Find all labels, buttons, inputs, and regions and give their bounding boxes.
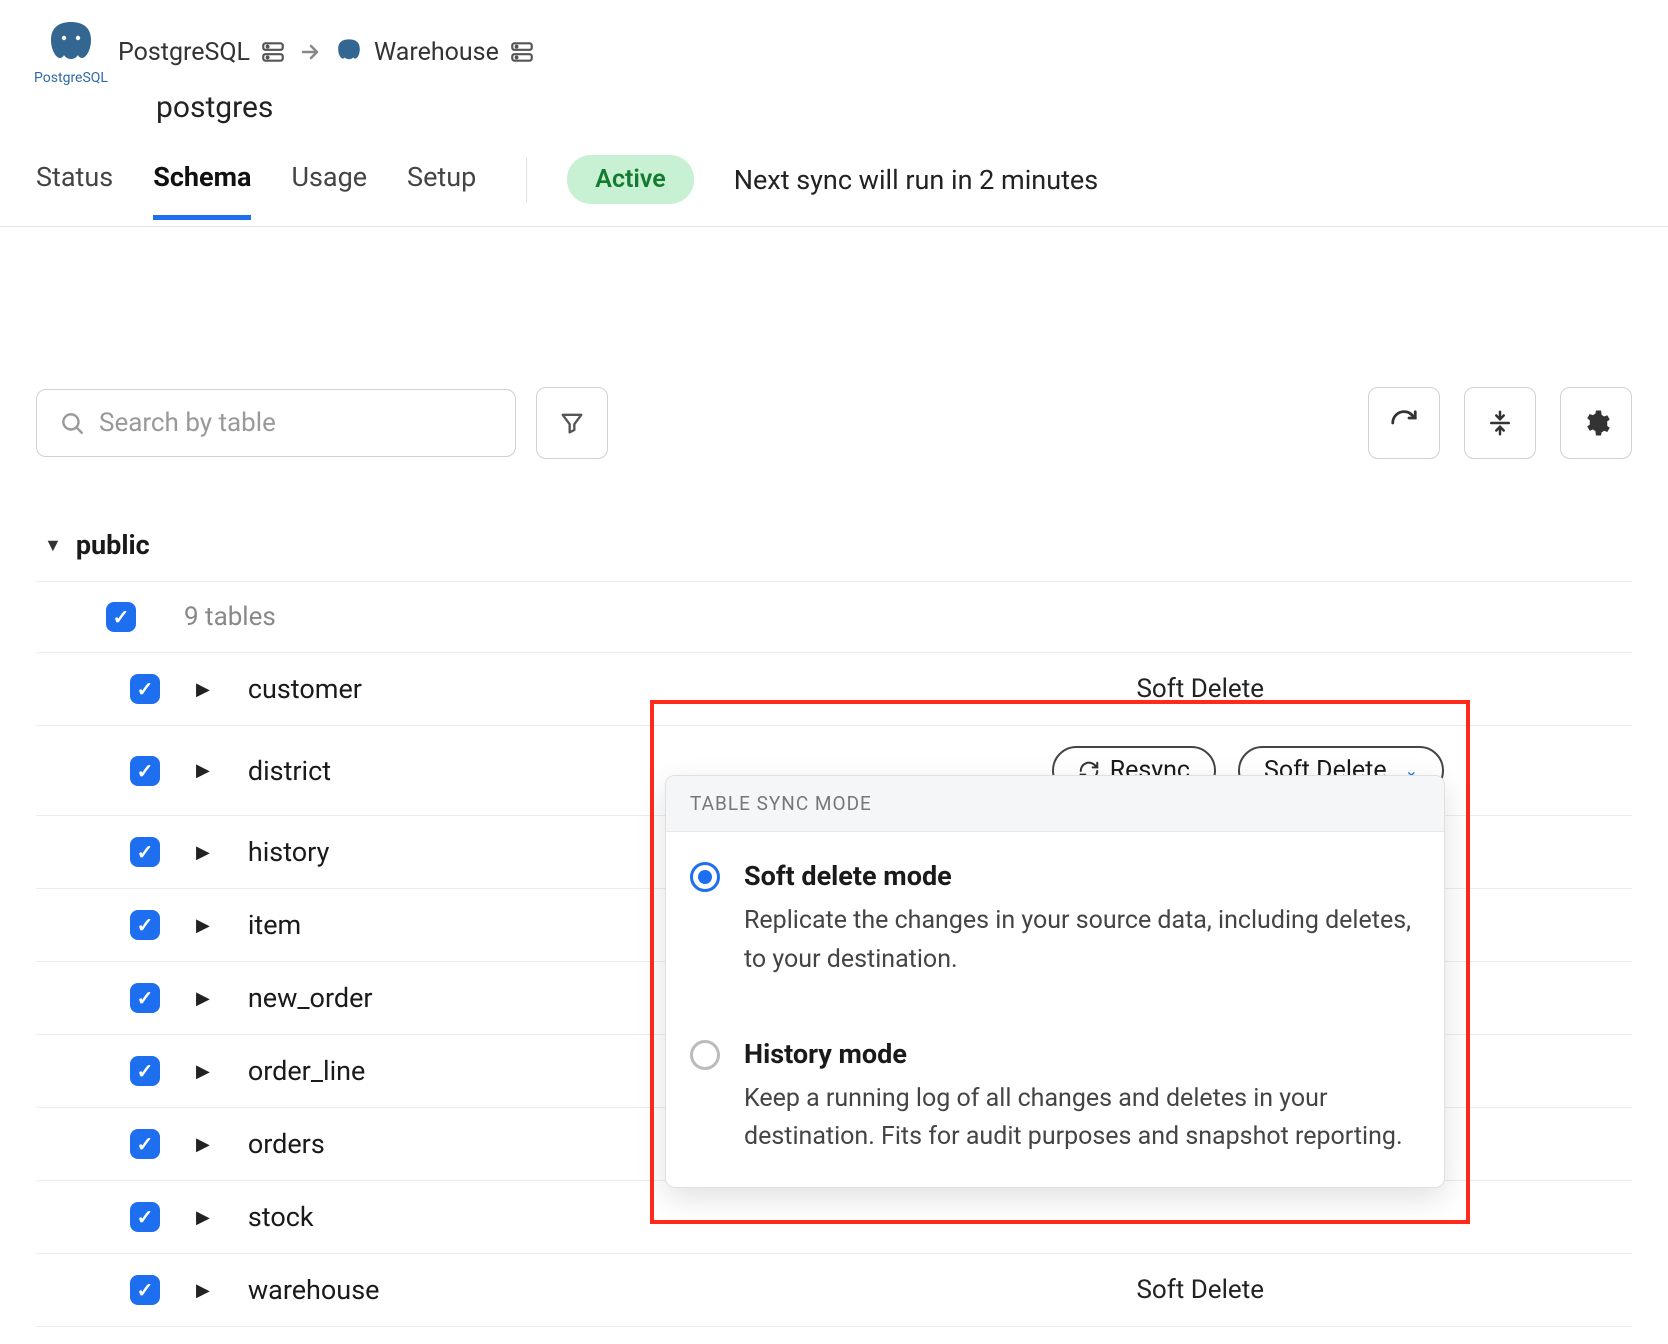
divider — [526, 158, 527, 202]
caret-right-icon: ▶ — [196, 915, 210, 936]
table-mode: Soft Delete — [1136, 674, 1624, 704]
tables-count: 9 tables — [184, 602, 276, 632]
tab-schema[interactable]: Schema — [153, 161, 251, 220]
filter-button[interactable] — [536, 387, 608, 459]
caret-right-icon: ▶ — [196, 1134, 210, 1155]
schema-header[interactable]: ▼ public — [36, 509, 1632, 582]
arrow-right-icon — [298, 40, 322, 64]
caret-right-icon: ▶ — [196, 842, 210, 863]
collapse-icon — [1485, 408, 1515, 438]
source-logo: PostgreSQL — [36, 18, 106, 86]
table-mode: Soft Delete — [1136, 1275, 1624, 1305]
gear-icon — [1581, 408, 1611, 438]
table-checkbox[interactable] — [130, 837, 160, 867]
next-sync-text: Next sync will run in 2 minutes — [734, 164, 1098, 196]
option-description: Keep a running log of all changes and de… — [744, 1080, 1420, 1158]
caret-right-icon: ▶ — [196, 679, 210, 700]
postgresql-icon — [44, 18, 98, 72]
search-placeholder: Search by table — [99, 408, 276, 438]
tables-summary-row: 9 tables — [36, 582, 1632, 653]
search-input[interactable]: Search by table — [36, 389, 516, 457]
schema-name: public — [76, 529, 150, 561]
table-name: stock — [248, 1201, 314, 1233]
tab-status[interactable]: Status — [36, 161, 113, 220]
table-row[interactable]: ▶ customer Soft Delete — [36, 653, 1632, 726]
table-name: district — [248, 755, 331, 787]
table-row[interactable]: ▶ stock — [36, 1181, 1632, 1254]
settings-button[interactable] — [1560, 387, 1632, 459]
select-all-checkbox[interactable] — [106, 602, 136, 632]
tabs-row: Status Schema Usage Setup Active Next sy… — [0, 125, 1668, 227]
radio-selected-icon — [690, 862, 720, 892]
status-badge: Active — [567, 155, 693, 204]
table-checkbox[interactable] — [130, 910, 160, 940]
database-icon — [260, 39, 286, 65]
breadcrumb-destination-label: Warehouse — [374, 38, 499, 67]
table-row[interactable]: ▶ warehouse Soft Delete — [36, 1254, 1632, 1327]
tabs: Status Schema Usage Setup — [36, 161, 476, 220]
table-checkbox[interactable] — [130, 1202, 160, 1232]
table-checkbox[interactable] — [130, 756, 160, 786]
table-checkbox[interactable] — [130, 983, 160, 1013]
option-title: History mode — [744, 1038, 1420, 1070]
option-title: Soft delete mode — [744, 860, 1420, 892]
tab-usage[interactable]: Usage — [291, 161, 367, 220]
caret-right-icon: ▶ — [196, 1061, 210, 1082]
breadcrumb-destination[interactable]: Warehouse — [334, 37, 535, 67]
table-checkbox[interactable] — [130, 1129, 160, 1159]
sync-mode-option-history[interactable]: History mode Keep a running log of all c… — [666, 1010, 1444, 1188]
breadcrumb-source-label: PostgreSQL — [118, 38, 250, 67]
warehouse-icon — [334, 37, 364, 67]
option-description: Replicate the changes in your source dat… — [744, 902, 1420, 980]
breadcrumb: PostgreSQL PostgreSQL Warehouse — [36, 18, 1632, 86]
tab-setup[interactable]: Setup — [407, 161, 476, 220]
sync-mode-option-soft-delete[interactable]: Soft delete mode Replicate the changes i… — [666, 832, 1444, 1010]
table-checkbox[interactable] — [130, 1275, 160, 1305]
table-checkbox[interactable] — [130, 1056, 160, 1086]
table-name: item — [248, 909, 301, 941]
table-name: orders — [248, 1128, 325, 1160]
table-name: customer — [248, 673, 362, 705]
header: PostgreSQL PostgreSQL Warehouse — [0, 0, 1668, 125]
database-name: postgres — [72, 90, 1632, 125]
table-name: warehouse — [248, 1274, 380, 1306]
toolbar: Search by table — [0, 227, 1668, 459]
dropdown-header: TABLE SYNC MODE — [666, 776, 1444, 832]
caret-right-icon: ▶ — [196, 1207, 210, 1228]
caret-right-icon: ▶ — [196, 760, 210, 781]
sync-mode-dropdown[interactable]: TABLE SYNC MODE Soft delete mode Replica… — [665, 775, 1445, 1188]
table-name: order_line — [248, 1055, 366, 1087]
database-icon — [509, 39, 535, 65]
filter-icon — [558, 409, 586, 437]
source-logo-label: PostgreSQL — [34, 70, 108, 86]
table-checkbox[interactable] — [130, 674, 160, 704]
collapse-button[interactable] — [1464, 387, 1536, 459]
refresh-button[interactable] — [1368, 387, 1440, 459]
caret-right-icon: ▶ — [196, 1280, 210, 1301]
radio-unselected-icon — [690, 1040, 720, 1070]
caret-down-icon: ▼ — [44, 535, 62, 556]
table-name: history — [248, 836, 330, 868]
table-name: new_order — [248, 982, 373, 1014]
breadcrumb-source[interactable]: PostgreSQL — [118, 38, 286, 67]
caret-right-icon: ▶ — [196, 988, 210, 1009]
refresh-icon — [1389, 408, 1419, 438]
search-icon — [59, 410, 85, 436]
